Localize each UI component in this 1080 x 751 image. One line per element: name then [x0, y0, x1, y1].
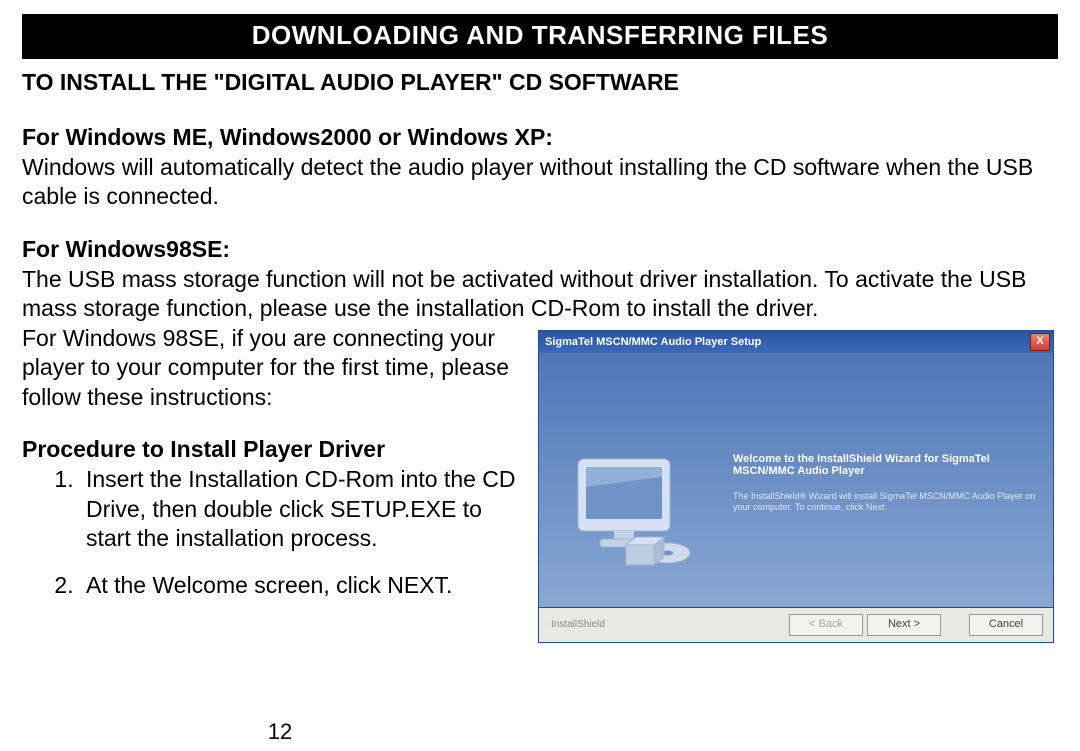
procedure-heading: Procedure to Install Player Driver	[22, 436, 520, 463]
section-banner: DOWNLOADING AND TRANSFERRING FILES	[22, 14, 1058, 59]
installer-body: Welcome to the InstallShield Wizard for …	[539, 353, 1053, 608]
back-button[interactable]: < Back	[789, 614, 863, 636]
installer-welcome-text: Welcome to the InstallShield Wizard for …	[733, 453, 1037, 477]
installer-title: SigmaTel MSCN/MMC Audio Player Setup	[545, 336, 1030, 348]
close-icon[interactable]: X	[1030, 333, 1050, 351]
cancel-button[interactable]: Cancel	[969, 614, 1043, 636]
step-2: At the Welcome screen, click NEXT.	[80, 571, 520, 600]
installer-graphic-panel	[539, 353, 727, 607]
install-subtitle: TO INSTALL THE "DIGITAL AUDIO PLAYER" CD…	[22, 69, 1058, 96]
win98se-first-time: For Windows 98SE, if you are connecting …	[22, 324, 520, 412]
next-button[interactable]: Next >	[867, 614, 941, 636]
page-number: 12	[0, 719, 560, 745]
win98se-body: The USB mass storage function will not b…	[22, 265, 1058, 324]
monitor-icon	[568, 453, 698, 573]
procedure-list: Insert the Installation CD-Rom into the …	[22, 465, 520, 601]
win-me-2000-xp-heading: For Windows ME, Windows2000 or Windows X…	[22, 124, 1058, 151]
installer-desc-text: The InstallShield® Wizard will install S…	[733, 491, 1037, 514]
manual-page: DOWNLOADING AND TRANSFERRING FILES TO IN…	[0, 0, 1080, 751]
installer-brand: InstallShield	[549, 619, 785, 630]
installer-titlebar: SigmaTel MSCN/MMC Audio Player Setup X	[539, 331, 1053, 353]
win-me-2000-xp-body: Windows will automatically detect the au…	[22, 153, 1058, 212]
step-1: Insert the Installation CD-Rom into the …	[80, 465, 520, 553]
installer-text-panel: Welcome to the InstallShield Wizard for …	[727, 353, 1053, 607]
installer-footer: InstallShield < Back Next > Cancel	[539, 608, 1053, 642]
win98se-heading: For Windows98SE:	[22, 236, 1058, 263]
installer-window: SigmaTel MSCN/MMC Audio Player Setup X	[538, 330, 1054, 643]
